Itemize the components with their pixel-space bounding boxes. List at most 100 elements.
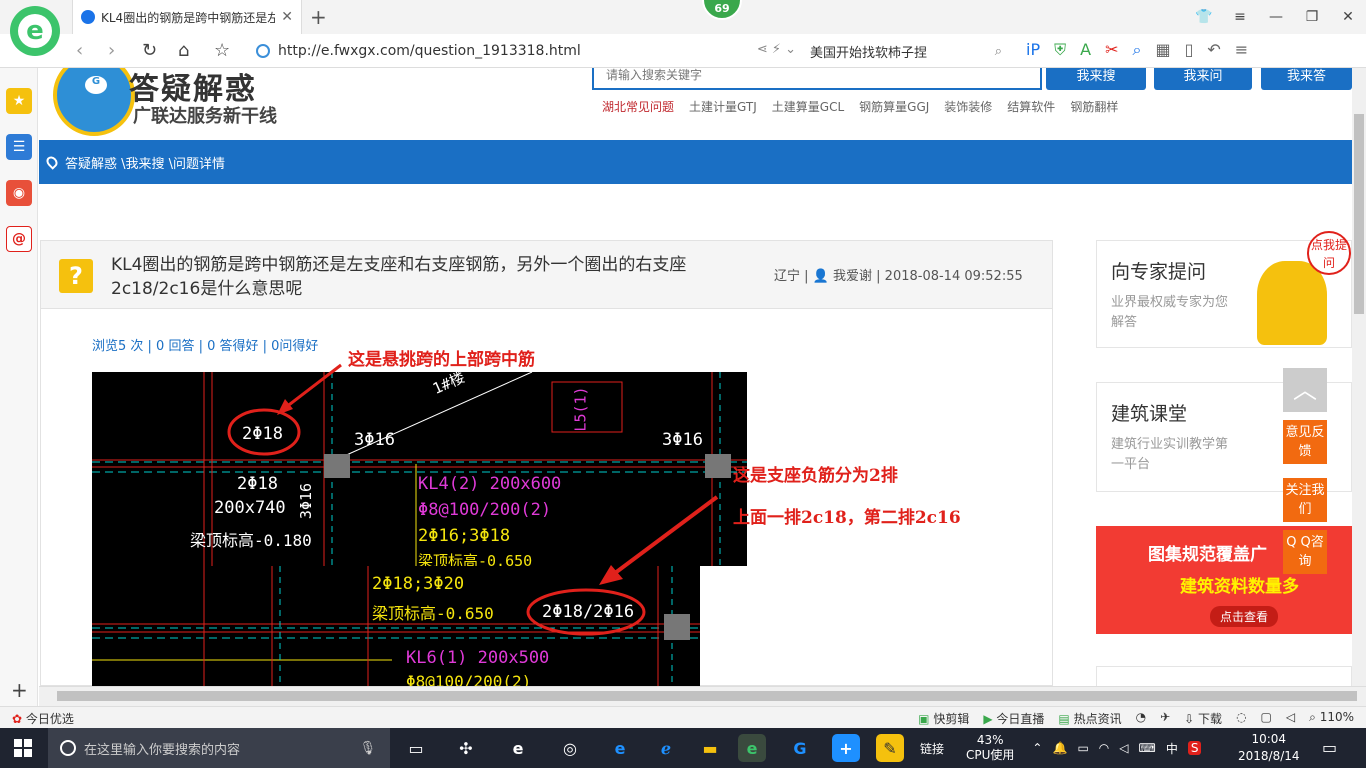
weibo-icon[interactable]: ◉ [6,180,32,206]
today-picks[interactable]: ✿ 今日优选 [12,710,74,727]
ip-icon[interactable]: iP [1026,40,1040,60]
search-tool-icon[interactable]: ⌕ [1132,40,1141,60]
battery-icon[interactable]: ▭ [1077,741,1088,755]
more-icon[interactable]: ≡ [1235,40,1248,60]
windows-start-icon[interactable] [14,739,32,757]
search-text[interactable]: 美国开始找软柿子捏 [810,42,927,61]
browser-taskbar-icon[interactable]: e [738,734,766,762]
ask-bubble[interactable]: 点我提问 [1307,231,1351,275]
favorites-icon[interactable]: ★ [6,88,32,114]
breadcrumb[interactable]: 答疑解惑 \我来搜 \问题详情 [65,153,225,172]
apps-icon[interactable]: ▦ [1155,40,1170,60]
link-label[interactable]: 链接 [920,740,944,757]
url-text[interactable]: http://e.fwxgx.com/question_1913318.html [278,43,581,59]
site-search-input[interactable]: 请输入搜索关键字 [592,68,1042,90]
browser-logo[interactable]: e [10,6,60,56]
notes-app-icon[interactable]: ✎ [876,734,904,762]
back-icon[interactable]: ‹ [76,40,83,61]
scissors-icon[interactable]: ✂ [1105,40,1118,60]
chrome-like-icon[interactable]: ◎ [556,734,584,762]
share-icon[interactable]: ⋖ ⚡ ⌄ [757,42,796,57]
ie-icon[interactable]: ℯ [652,734,680,762]
windows-taskbar: 在这里输入你要搜索的内容 🎙 ▭ ✣ e ◎ e ℯ ▬ e G + ✎ 链接 … [0,728,1366,768]
quick-edit-item[interactable]: ▣ 快剪辑 [918,710,969,727]
horizontal-scroll-thumb[interactable] [57,691,1357,701]
browser-status-bar: ✿ 今日优选 ▣ 快剪辑 ▶ 今日直播 ▤ 热点资讯 ◔ ✈ ⇩ 下载 ◌ ▢ … [0,706,1366,728]
quick-link[interactable]: 钢筋算量GGJ [859,98,929,115]
cpu-usage[interactable]: 43% CPU使用 [966,733,1014,763]
browser-search-box[interactable]: 美国开始找软柿子捏 ⌕ [810,38,1010,64]
wifi-icon[interactable]: ◠ [1099,741,1109,755]
ie-old-icon[interactable]: e [504,734,532,762]
ime-indicator[interactable]: 中 [1166,740,1178,757]
quick-link[interactable]: 钢筋翻样 [1070,98,1118,115]
search-icon[interactable]: ⌕ [995,44,1002,59]
add-sidebar-icon[interactable]: + [11,678,28,702]
speed-icon[interactable]: ◔ [1136,710,1146,727]
clean-icon[interactable]: ◌ [1236,710,1246,727]
horizontal-scrollbar[interactable] [39,686,1366,706]
restore-icon[interactable]: ❐ [1294,9,1330,25]
shield-icon[interactable]: ⛨ [1054,40,1066,60]
refresh-icon[interactable]: ↻ [142,40,157,61]
vertical-scrollbar[interactable] [1352,68,1366,686]
new-tab-icon[interactable]: + [310,5,327,29]
follow-button[interactable]: 关注我们 [1283,478,1327,522]
window-icon[interactable]: ▢ [1261,710,1272,727]
quick-edit-label: 快剪辑 [933,712,970,726]
answer-button[interactable]: 我来答 [1261,68,1352,90]
counter-badge[interactable]: 69 [702,0,742,20]
expert-mascot-icon [1257,261,1327,345]
microphone-icon[interactable]: 🎙 [359,741,376,756]
qq-consult-button[interactable]: Q Q咨询 [1283,530,1327,574]
quick-link[interactable]: 结算软件 [1007,98,1055,115]
download-item[interactable]: ⇩ 下载 [1184,710,1222,727]
edge-icon[interactable]: e [606,734,634,762]
vertical-scroll-thumb[interactable] [1354,114,1364,314]
live-item[interactable]: ▶ 今日直播 [983,710,1044,727]
notification-bell-icon[interactable]: 🔔 [1052,741,1067,755]
menu-icon[interactable]: ≡ [1222,9,1258,25]
browser-tab[interactable]: KL4圈出的钢筋是跨中钢筋还是左 ✕ [72,0,302,34]
task-view-icon[interactable]: ▭ [402,734,430,762]
taskbar-search-box[interactable]: 在这里输入你要搜索的内容 🎙 [48,728,390,768]
reading-list-icon[interactable]: ☰ [6,134,32,160]
glodon-icon[interactable]: G [786,734,814,762]
feedback-button[interactable]: 意见反馈 [1283,420,1327,464]
file-explorer-icon[interactable]: ▬ [696,734,724,762]
minimize-icon[interactable]: — [1258,9,1294,25]
plus-app-icon[interactable]: + [832,734,860,762]
mail-icon[interactable]: @ [6,226,32,252]
close-tab-icon[interactable]: ✕ [281,9,293,25]
quick-link[interactable]: 装饰装修 [944,98,992,115]
security-icon [256,44,270,58]
promo-button[interactable]: 点击查看 [1210,606,1279,627]
ask-button[interactable]: 我来问 [1154,68,1252,90]
sogou-icon[interactable]: S [1187,741,1202,755]
taskbar-clock[interactable]: 10:04 2018/8/14 [1238,731,1300,765]
search-button[interactable]: 我来搜 [1046,68,1146,90]
ask-expert-card[interactable]: 向专家提问 业界最权威专家为您解答 点我提问 [1096,231,1352,348]
speaker-icon[interactable]: ◁ [1119,741,1128,755]
quick-link[interactable]: 土建计量GTJ [689,98,757,115]
quick-link[interactable]: 湖北常见问题 [602,98,674,115]
pin-icon[interactable]: ✈ [1160,710,1170,727]
forward-icon[interactable]: › [108,40,115,61]
device-icon[interactable]: ▯ [1185,40,1194,60]
home-icon[interactable]: ⌂ [178,40,189,61]
back-to-top-icon[interactable]: ︿ [1283,368,1327,412]
keyboard-icon[interactable]: ⌨ [1139,741,1156,755]
address-bar[interactable]: http://e.fwxgx.com/question_1913318.html… [256,38,806,64]
tray-up-icon[interactable]: ⌃ [1032,741,1042,755]
zoom-item[interactable]: ⌕ 110% [1309,710,1354,727]
translate-icon[interactable]: A [1080,40,1091,60]
news-item[interactable]: ▤ 热点资讯 [1058,710,1121,727]
action-center-icon[interactable]: ▭ [1322,738,1337,757]
close-window-icon[interactable]: ✕ [1330,9,1366,25]
volume-icon[interactable]: ◁ [1286,710,1295,727]
quick-link[interactable]: 土建算量GCL [772,98,844,115]
fan-app-icon[interactable]: ✣ [452,734,480,762]
undo-icon[interactable]: ↶ [1207,40,1220,60]
favorite-star-icon[interactable]: ☆ [214,40,230,61]
skin-icon[interactable]: 👕 [1186,9,1222,25]
